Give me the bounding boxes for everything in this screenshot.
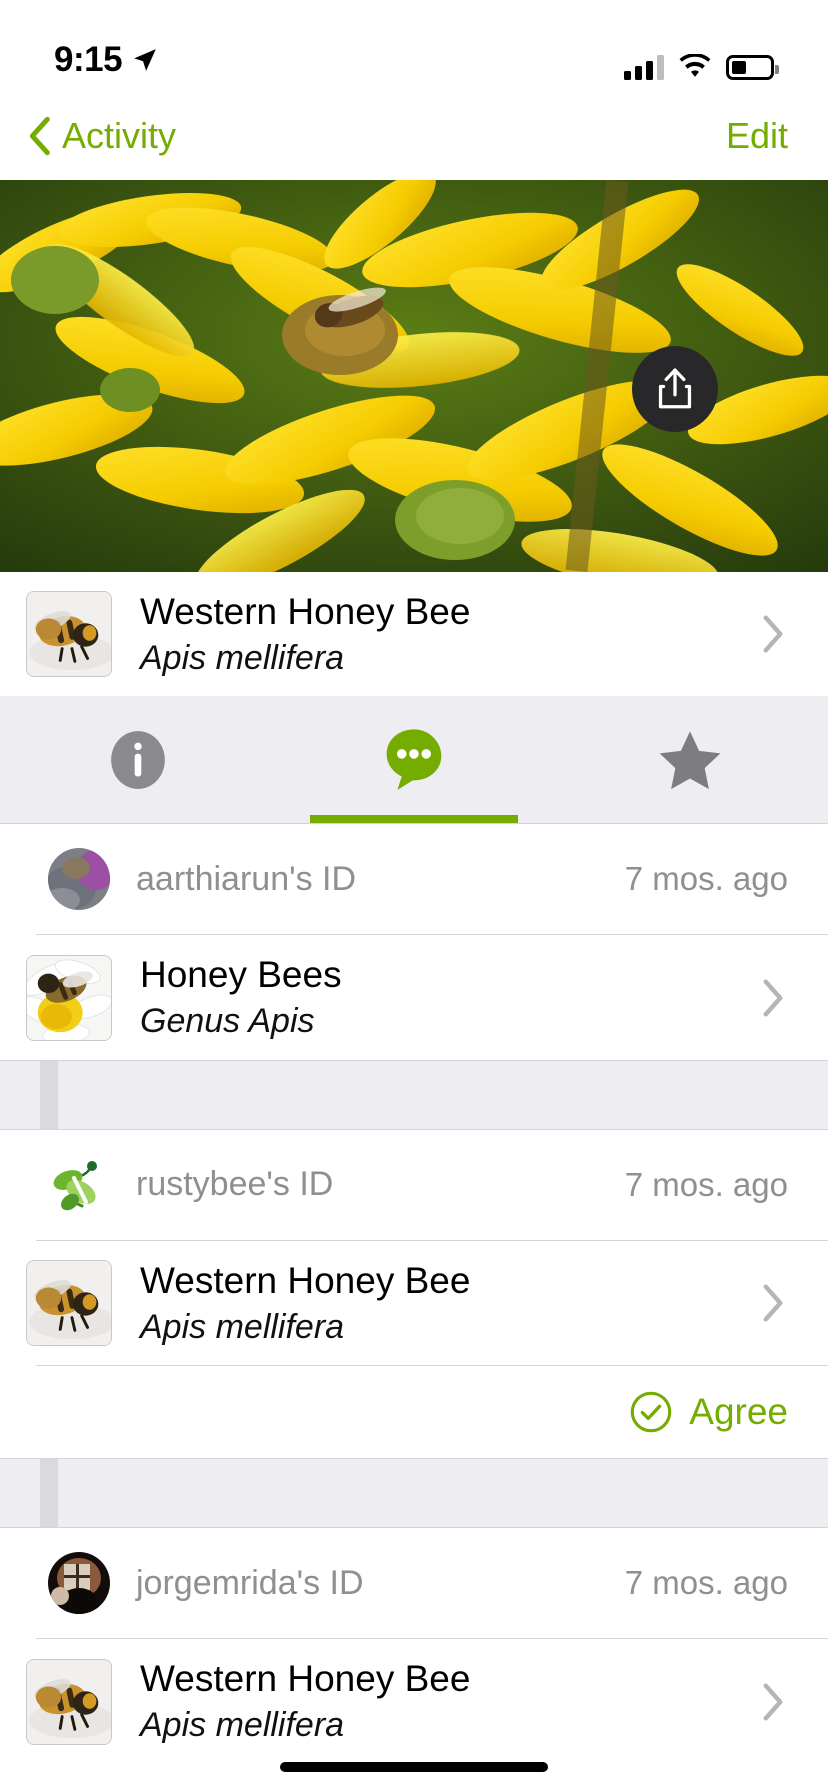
observation-taxon-text: Western Honey Bee Apis mellifera [112,590,762,678]
wifi-icon [679,54,711,77]
user-avatar-photo[interactable] [48,848,110,911]
avatar-image [53,1160,97,1211]
status-time: 9:15 [54,40,123,79]
observation-taxon-row[interactable]: Western Honey Bee Apis mellifera [0,572,828,697]
agree-button[interactable]: Agree [629,1390,788,1434]
chevron-right-icon [763,979,783,1017]
taxon-common-name: Western Honey Bee [140,591,471,632]
taxon-common-name: Western Honey Bee [140,1259,471,1301]
honey-bee-thumbnail-image [27,1659,111,1744]
check-circle-icon [631,1392,672,1433]
honey-bee-thumbnail [26,1658,112,1745]
avatar-image [48,1552,110,1615]
app-screen: 9:15 Activity Edit Western Honey Bee Api… [0,0,828,1792]
detail-tab-bar [0,696,828,825]
taxon-scientific-name: Apis mellifera [140,1706,345,1745]
identification-user: jorgemrida's ID [136,1563,364,1602]
location-arrow-icon [134,49,156,71]
honey-bee-thumbnail-image [27,1261,111,1346]
tab-info[interactable] [0,696,276,823]
status-bar-right [624,54,779,80]
section-gap [0,1059,828,1130]
identification-taxon-row[interactable]: Western Honey Bee Apis mellifera [0,1639,828,1764]
identification-taxon-row[interactable]: Honey Bees Genus Apis [0,935,828,1060]
status-bar: 9:15 [0,0,828,92]
agree-row: Agree [0,1366,828,1459]
chevron-right-icon [763,615,783,653]
back-button-label: Activity [62,115,177,156]
cellular-bars-icon [624,54,664,80]
home-indicator [280,1762,548,1772]
identification-header[interactable]: rustybee's ID 7 mos. ago [0,1129,828,1240]
tab-comments[interactable] [276,696,552,824]
chevron-right-icon [763,1683,783,1721]
taxon-scientific-name: Apis mellifera [140,638,345,677]
honey-bee-thumbnail-image [27,592,111,677]
identification-taxon-text: Western Honey Bee Apis mellifera [112,1259,762,1347]
identification-taxon-row[interactable]: Western Honey Bee Apis mellifera [0,1240,828,1366]
share-icon [658,368,692,409]
rustybee-logo-icon[interactable] [48,1154,110,1216]
honey-bee-thumbnail [26,1260,112,1347]
observation-photo[interactable] [0,180,828,572]
identification-time: 7 mos. ago [624,1564,788,1602]
taxon-scientific-name: Apis mellifera [140,1307,345,1346]
user-avatar-photo[interactable] [48,1552,110,1615]
chevron-left-icon [29,116,50,156]
info-circle-icon [111,731,165,789]
identification-taxon-text: Honey Bees Genus Apis [112,953,762,1041]
back-button[interactable]: Activity [26,115,176,157]
identification-header[interactable]: jorgemrida's ID 7 mos. ago [0,1528,828,1639]
star-icon [659,731,721,790]
taxon-scientific-name: Genus Apis [140,1002,315,1041]
identification-user: aarthiarun's ID [136,859,357,898]
edit-button[interactable]: Edit [726,115,788,157]
taxon-common-name: Western Honey Bee [140,1658,471,1700]
identification-header[interactable]: aarthiarun's ID 7 mos. ago [0,824,828,935]
tab-faves[interactable] [552,696,828,823]
battery-icon [726,54,779,80]
bee-on-daisy-thumbnail [26,954,112,1041]
bee-on-daisy-thumbnail-image [27,955,111,1040]
agree-button-label: Agree [689,1391,788,1433]
status-bar-left: 9:15 [54,40,158,80]
identification-taxon-text: Western Honey Bee Apis mellifera [112,1657,762,1745]
chat-bubble-icon [386,729,442,790]
chevron-right-icon [763,1284,783,1322]
navigation-bar: Activity Edit [0,92,828,180]
section-gap [0,1458,828,1529]
honey-bee-thumbnail [26,591,112,678]
taxon-common-name: Honey Bees [140,954,342,996]
active-tab-indicator [310,815,518,824]
share-button[interactable] [632,346,718,432]
avatar-image [48,848,110,911]
identification-time: 7 mos. ago [624,860,788,898]
identification-user: rustybee's ID [136,1165,334,1204]
identification-time: 7 mos. ago [624,1165,788,1203]
